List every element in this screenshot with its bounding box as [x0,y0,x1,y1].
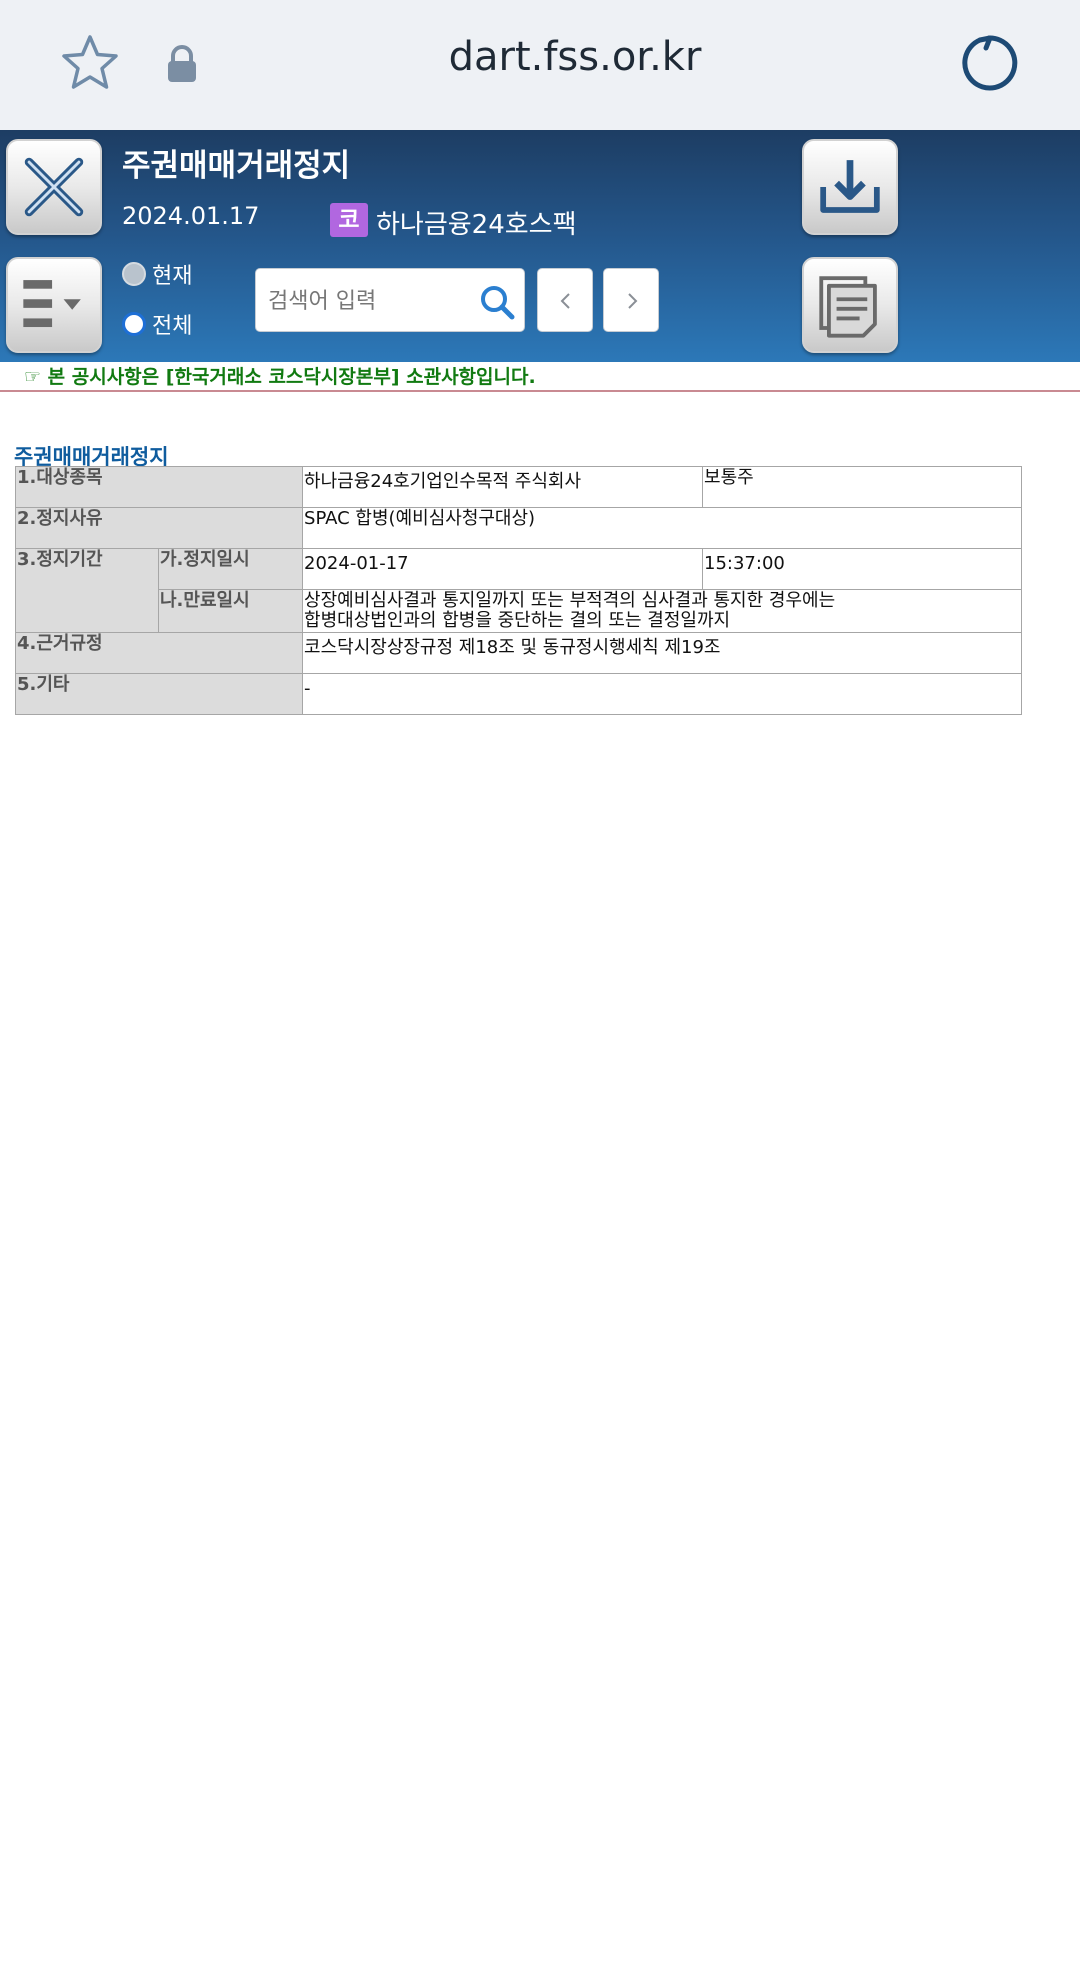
item3b-line1: 상장예비심사결과 통지일까지 또는 부적격의 심사결과 통지한 경우에는 [304,590,836,611]
item1-value: 하나금융24호기업인수목적 주식회사 [302,466,704,508]
close-button[interactable] [6,139,102,235]
item5-value: - [302,673,1023,715]
next-button[interactable] [603,268,659,332]
table-row: 5.기타 - [14,673,1023,715]
search-box [255,268,525,332]
item2-label: 2.정지사유 [14,507,304,549]
document-title: 주권매매거래정지 [122,148,351,184]
item3a-label: 가.정지일시 [157,548,304,590]
item3-label: 3.정지기간 [15,548,159,633]
menu-button[interactable] [6,257,102,353]
url-text[interactable]: dart.fss.or.kr [0,34,1080,80]
item3b-line2: 합병대상법인과의 합병을 중단하는 결의 또는 결정일까지 [304,610,731,631]
table-row: 나.만료일시 상장예비심사결과 통지일까지 또는 부적격의 심사결과 통지한 경… [16,589,1023,633]
radio-current-label: 현재 [152,264,193,289]
item1-label: 1.대상종목 [14,466,304,508]
disclosure-table: 1.대상종목 하나금융24호기업인수목적 주식회사 보통주 2.정지사유 SPA… [14,466,1023,715]
chevron-left-icon [560,293,570,309]
download-button[interactable] [802,139,898,235]
market-badge: 코 [330,203,368,237]
previous-button[interactable] [537,268,593,332]
radio-current-button[interactable] [122,262,146,286]
table-row: 2.정지사유 SPAC 합병(예비심사청구대상) [14,507,1023,549]
download-icon [820,160,880,213]
item1-type: 보통주 [702,466,1023,508]
radio-all-label: 전체 [152,314,193,339]
document-date: 2024.01.17 [122,202,260,230]
reload-icon[interactable] [958,32,1020,94]
item3b-label: 나.만료일시 [157,589,304,633]
item4-label: 4.근거규정 [14,632,304,674]
search-input[interactable] [268,283,468,319]
notice-banner: ☞ 본 공시사항은 [한국거래소 코스닥시장본부] 소관사항입니다. [0,362,1080,392]
table-row: 3.정지기간 가.정지일시 2024-01-17 15:37:00 [15,548,1023,633]
table-row: 4.근거규정 코스닥시장상장규정 제18조 및 동규정시행세칙 제19조 [14,632,1023,674]
radio-all-button[interactable] [122,312,146,336]
viewer-toolbar: 주권매매거래정지 2024.01.17 코 하나금융24호스팩 현재 전체 [0,130,1080,362]
item2-value: SPAC 합병(예비심사청구대상) [302,507,1023,549]
copy-document-icon [819,276,877,338]
company-name[interactable]: 하나금융24호스팩 [376,204,577,241]
item3a-time: 15:37:00 [702,548,1023,590]
browser-address-bar: dart.fss.or.kr [0,0,1080,130]
copy-button[interactable] [802,257,898,353]
search-icon[interactable] [478,283,516,321]
item3b-value: 상장예비심사결과 통지일까지 또는 부적격의 심사결과 통지한 경우에는 합병대… [302,589,1023,633]
item4-value: 코스닥시장상장규정 제18조 및 동규정시행세칙 제19조 [302,632,1023,674]
menu-icon [23,280,81,328]
item5-label: 5.기타 [14,673,304,715]
table-row: 1.대상종목 하나금융24호기업인수목적 주식회사 보통주 [14,466,1023,508]
item3a-date: 2024-01-17 [302,548,704,590]
chevron-right-icon [628,293,638,309]
close-icon [24,157,84,217]
notice-text: ☞ 본 공시사항은 [한국거래소 코스닥시장본부] 소관사항입니다. [24,366,536,388]
